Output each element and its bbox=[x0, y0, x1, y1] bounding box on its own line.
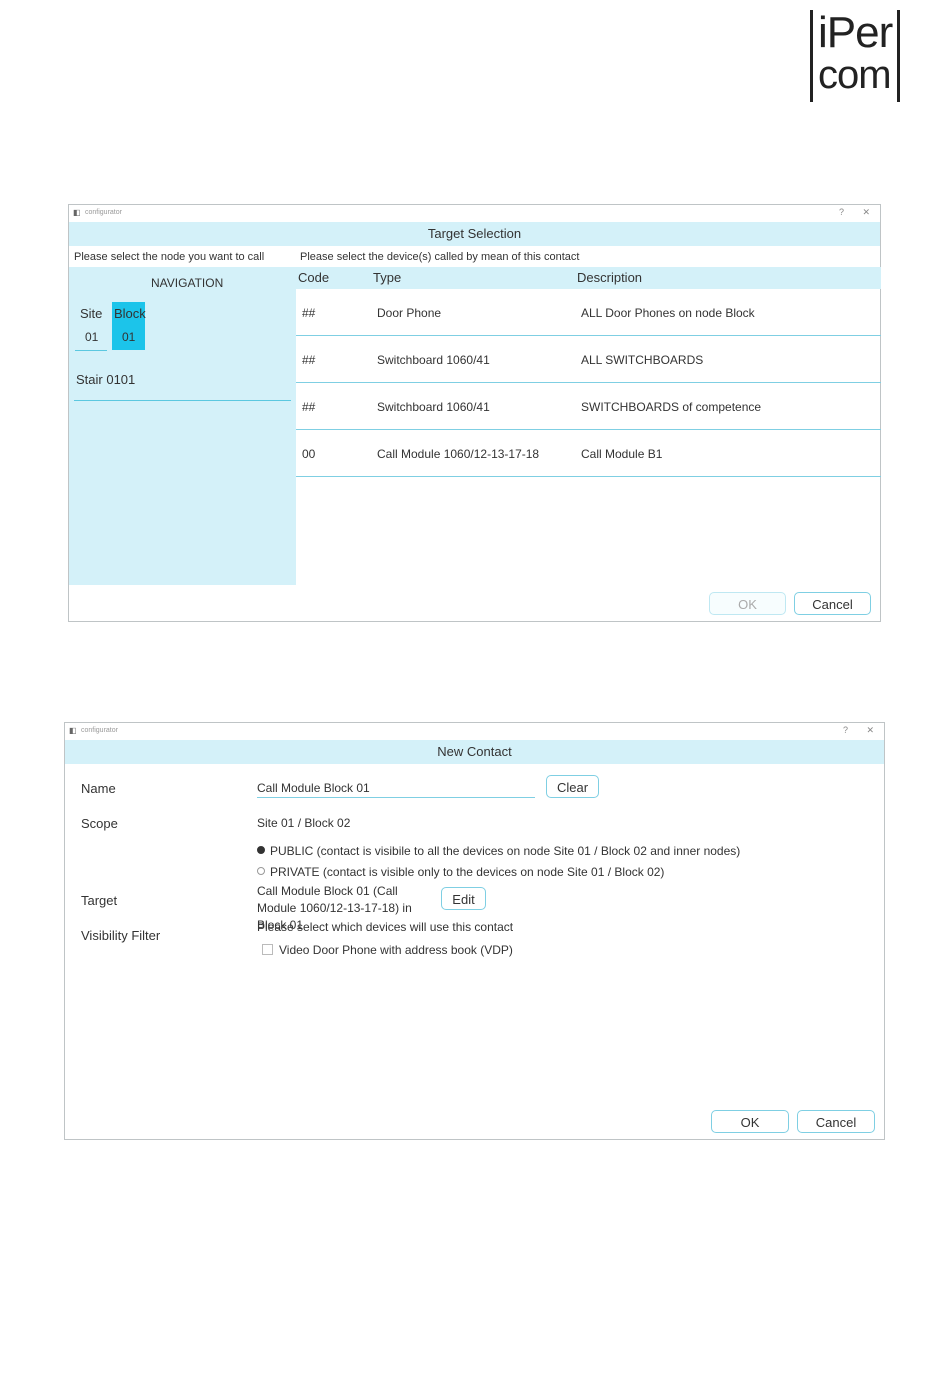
ipercom-logo: iPer com bbox=[810, 8, 900, 102]
device-table-header: Code Type Description bbox=[296, 267, 881, 289]
column-header-description: Description bbox=[577, 270, 643, 285]
row-description: ALL SWITCHBOARDS bbox=[581, 353, 704, 367]
table-row[interactable]: ## Door Phone ALL Door Phones on node Bl… bbox=[296, 289, 881, 336]
app-title: configurator bbox=[85, 209, 122, 216]
row-type: Door Phone bbox=[377, 306, 442, 320]
row-description: Call Module B1 bbox=[581, 447, 663, 461]
logo-bar-left bbox=[810, 10, 813, 102]
radio-selected-icon bbox=[257, 846, 265, 854]
nav-site-button[interactable]: Site 01 bbox=[75, 302, 107, 351]
visibility-filter-label: Visibility Filter bbox=[81, 928, 161, 943]
row-code: ## bbox=[302, 353, 316, 367]
app-icon: ◧ bbox=[73, 208, 81, 217]
row-description: SWITCHBOARDS of competence bbox=[581, 400, 762, 414]
column-header-type: Type bbox=[373, 270, 402, 285]
window-header: New Contact bbox=[65, 740, 884, 764]
logo-line2: com bbox=[818, 53, 892, 97]
table-row[interactable]: ## Switchboard 1060/41 SWITCHBOARDS of c… bbox=[296, 383, 881, 430]
table-row[interactable]: 00 Call Module 1060/12-13-17-18 Call Mod… bbox=[296, 430, 881, 477]
cancel-button[interactable]: Cancel bbox=[794, 592, 871, 615]
nav-block-button[interactable]: Block 01 bbox=[112, 302, 146, 350]
checkbox-icon bbox=[262, 944, 273, 955]
ok-button[interactable]: OK bbox=[711, 1110, 789, 1133]
vdp-checkbox[interactable]: Video Door Phone with address book (VDP) bbox=[262, 943, 513, 957]
visibility-hint: Please select which devices will use thi… bbox=[257, 920, 514, 934]
navigation-panel: NAVIGATION Site 01 Block 01 Stair 0101 bbox=[69, 267, 296, 585]
help-icon[interactable]: ? bbox=[843, 725, 848, 735]
public-radio-label: PUBLIC (contact is visibile to all the d… bbox=[270, 844, 741, 858]
divider bbox=[74, 400, 291, 401]
title-bar: ◧ configurator ? ✕ bbox=[69, 205, 880, 221]
app-title: configurator bbox=[81, 727, 118, 734]
node-instruction: Please select the node you want to call bbox=[74, 251, 265, 263]
app-icon: ◧ bbox=[69, 726, 77, 735]
title-bar: ◧ configurator ? ✕ bbox=[65, 723, 884, 739]
row-code: 00 bbox=[302, 447, 316, 461]
device-instruction: Please select the device(s) called by me… bbox=[300, 251, 580, 263]
logo-line1: iPer bbox=[818, 8, 893, 57]
private-radio[interactable]: PRIVATE (contact is visible only to the … bbox=[257, 865, 664, 879]
edit-button[interactable]: Edit bbox=[441, 887, 486, 910]
target-selection-window: ◧ configurator ? ✕ Target Selection Plea… bbox=[68, 204, 881, 622]
nav-item-stair[interactable]: Stair 0101 bbox=[76, 372, 135, 387]
block-label: Block bbox=[114, 306, 146, 321]
close-icon[interactable]: ✕ bbox=[866, 725, 874, 736]
cancel-button[interactable]: Cancel bbox=[797, 1110, 875, 1133]
row-type: Switchboard 1060/41 bbox=[377, 400, 490, 414]
private-radio-label: PRIVATE (contact is visible only to the … bbox=[270, 865, 665, 879]
target-label: Target bbox=[81, 893, 118, 908]
close-icon[interactable]: ✕ bbox=[862, 207, 870, 218]
table-row[interactable]: ## Switchboard 1060/41 ALL SWITCHBOARDS bbox=[296, 336, 881, 383]
clear-button[interactable]: Clear bbox=[546, 775, 599, 798]
row-type: Call Module 1060/12-13-17-18 bbox=[377, 447, 540, 461]
scope-value: Site 01 / Block 02 bbox=[257, 816, 351, 830]
new-contact-window: ◧ configurator ? ✕ New Contact Name Call… bbox=[64, 722, 885, 1140]
logo-bar-right bbox=[897, 10, 900, 102]
window-header: Target Selection bbox=[69, 222, 880, 246]
scope-label: Scope bbox=[81, 816, 118, 831]
radio-unselected-icon bbox=[257, 867, 265, 875]
row-code: ## bbox=[302, 306, 316, 320]
row-type: Switchboard 1060/41 bbox=[377, 353, 490, 367]
row-code: ## bbox=[302, 400, 316, 414]
site-value: 01 bbox=[85, 330, 99, 344]
name-input[interactable]: Call Module Block 01 bbox=[257, 779, 535, 798]
block-value: 01 bbox=[122, 330, 136, 344]
row-description: ALL Door Phones on node Block bbox=[581, 306, 755, 320]
ok-button[interactable]: OK bbox=[709, 592, 786, 615]
help-icon[interactable]: ? bbox=[839, 207, 844, 217]
name-label: Name bbox=[81, 781, 116, 796]
column-header-code: Code bbox=[298, 270, 330, 285]
navigation-title: NAVIGATION bbox=[151, 276, 224, 290]
public-radio[interactable]: PUBLIC (contact is visibile to all the d… bbox=[257, 844, 740, 858]
vdp-checkbox-label: Video Door Phone with address book (VDP) bbox=[279, 943, 513, 957]
site-label: Site bbox=[80, 306, 103, 321]
